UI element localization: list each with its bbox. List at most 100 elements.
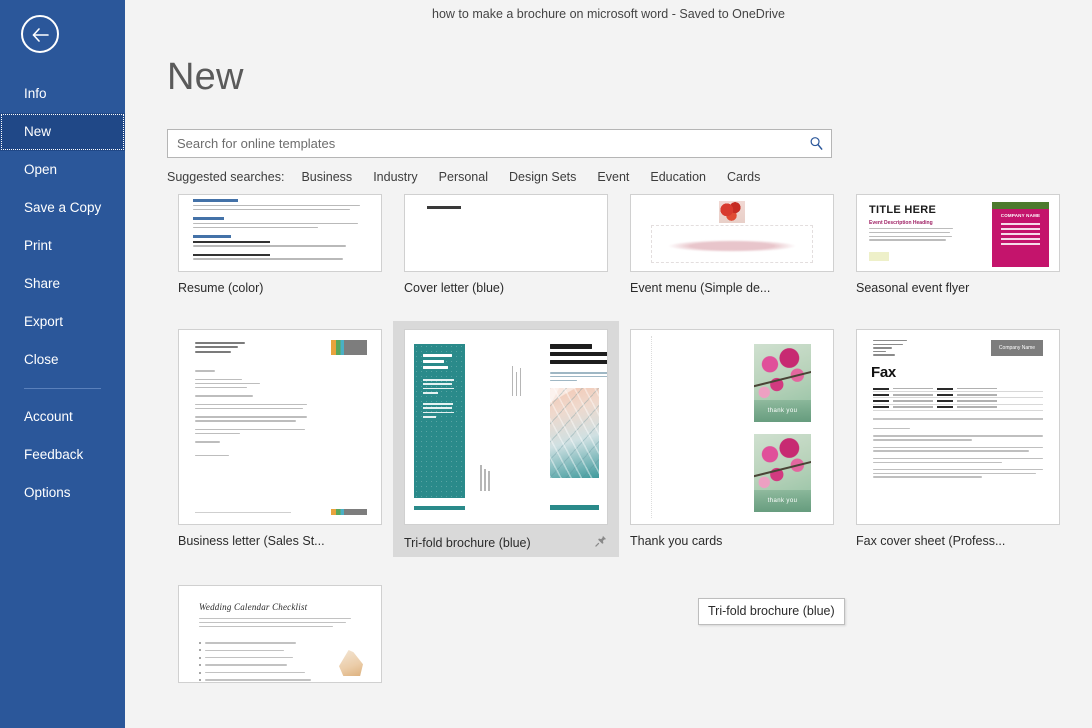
sidebar-item-label: Feedback — [24, 447, 83, 462]
sidebar-item-label: Print — [24, 238, 52, 253]
template-row: Wedding Calendar Checklist — [167, 577, 1092, 689]
template-row: Resume (color) Cover letter (blue) — [167, 194, 1092, 301]
search-input[interactable] — [168, 130, 801, 157]
template-thumbnail: Wedding Calendar Checklist — [178, 585, 382, 683]
backstage-nav-list: Info New Open Save a Copy Print Share Ex… — [0, 75, 125, 512]
template-tile-wedding-calendar-checklist[interactable]: Wedding Calendar Checklist — [167, 577, 393, 689]
suggested-link-design-sets[interactable]: Design Sets — [509, 170, 576, 184]
sidebar-item-share[interactable]: Share — [0, 265, 125, 303]
search-icon — [809, 136, 824, 151]
sidebar-item-close[interactable]: Close — [0, 341, 125, 379]
template-tile-label-wrap: Tri-fold brochure (blue) — [404, 534, 608, 551]
template-tile-label-wrap: Thank you cards — [630, 534, 834, 548]
search-row — [167, 129, 1092, 158]
template-tile-event-menu[interactable]: Event menu (Simple de... — [619, 194, 845, 301]
backstage-sidebar: Info New Open Save a Copy Print Share Ex… — [0, 0, 125, 728]
event-menu-image — [719, 201, 745, 223]
template-row: Business letter (Sales St... — [167, 321, 1092, 557]
sidebar-divider — [24, 388, 101, 389]
suggested-link-event[interactable]: Event — [597, 170, 629, 184]
suggested-link-business[interactable]: Business — [301, 170, 352, 184]
sidebar-item-label: Share — [24, 276, 60, 291]
backstage-main: how to make a brochure on microsoft word… — [125, 0, 1092, 728]
sidebar-item-label: Options — [24, 485, 71, 500]
thankyou-caption: thank you — [768, 408, 798, 414]
template-label: Tri-fold brochure (blue) — [404, 536, 531, 550]
template-label: Seasonal event flyer — [856, 281, 969, 295]
flyer-company-name: COMPANY NAME — [992, 213, 1049, 218]
template-tile-label-wrap: Cover letter (blue) — [404, 281, 608, 295]
brochure-vertical-text-1 — [512, 366, 530, 401]
sidebar-item-save-a-copy[interactable]: Save a Copy — [0, 189, 125, 227]
sidebar-item-print[interactable]: Print — [0, 227, 125, 265]
brochure-vertical-text-2 — [480, 465, 498, 496]
flyer-title: TITLE HERE — [869, 204, 936, 216]
template-tile-cover-letter-blue[interactable]: Cover letter (blue) — [393, 194, 619, 301]
template-thumbnail — [178, 329, 382, 525]
suggested-searches: Suggested searches: Business Industry Pe… — [167, 170, 1092, 184]
template-thumbnail: thank you thank you — [630, 329, 834, 525]
suggested-searches-label: Suggested searches: — [167, 170, 284, 184]
brochure-image — [550, 388, 599, 478]
template-tile-seasonal-event-flyer[interactable]: TITLE HERE Event Description Heading — [845, 194, 1071, 301]
wedding-title: Wedding Calendar Checklist — [199, 602, 307, 612]
sidebar-item-label: Account — [24, 409, 73, 424]
template-thumbnail — [178, 194, 382, 272]
sidebar-item-account[interactable]: Account — [0, 398, 125, 436]
template-tooltip: Tri-fold brochure (blue) — [698, 598, 845, 625]
word-backstage-new-screen: Info New Open Save a Copy Print Share Ex… — [0, 0, 1092, 728]
sidebar-item-label: Close — [24, 352, 59, 367]
sidebar-item-open[interactable]: Open — [0, 151, 125, 189]
template-tile-label-wrap: Business letter (Sales St... — [178, 534, 382, 548]
thankyou-caption: thank you — [768, 498, 798, 504]
template-tile-tri-fold-brochure-blue[interactable]: Tri-fold brochure (blue) — [393, 321, 619, 557]
fax-title: Fax — [871, 364, 896, 381]
template-thumbnail — [404, 194, 608, 272]
template-label: Thank you cards — [630, 534, 722, 548]
thankyou-card-top: thank you — [754, 344, 811, 422]
back-button[interactable] — [21, 15, 59, 53]
back-arrow-icon — [30, 25, 52, 45]
template-tile-fax-cover-sheet[interactable]: Company Name Fax — [845, 321, 1071, 557]
template-label: Cover letter (blue) — [404, 281, 504, 295]
thankyou-card-bottom: thank you — [754, 434, 811, 512]
suggested-link-education[interactable]: Education — [650, 170, 706, 184]
template-tile-thank-you-cards[interactable]: thank you thank you Thank you cards — [619, 321, 845, 557]
template-tile-label-wrap: Event menu (Simple de... — [630, 281, 834, 295]
sidebar-item-label: Save a Copy — [24, 200, 101, 215]
template-label: Business letter (Sales St... — [178, 534, 325, 548]
template-label: Fax cover sheet (Profess... — [856, 534, 1005, 548]
brochure-title — [550, 344, 608, 367]
template-tile-business-letter[interactable]: Business letter (Sales St... — [167, 321, 393, 557]
search-button[interactable] — [801, 130, 831, 157]
template-tile-label-wrap: Resume (color) — [178, 281, 382, 295]
sidebar-item-info[interactable]: Info — [0, 75, 125, 113]
pin-icon[interactable] — [594, 534, 608, 551]
template-tile-resume-color[interactable]: Resume (color) — [167, 194, 393, 301]
brochure-mission-panel — [414, 344, 465, 498]
sidebar-item-options[interactable]: Options — [0, 474, 125, 512]
fax-company-name: Company Name — [991, 340, 1043, 356]
suggested-link-personal[interactable]: Personal — [439, 170, 488, 184]
template-label: Resume (color) — [178, 281, 263, 295]
template-tile-label-wrap: Fax cover sheet (Profess... — [856, 534, 1060, 548]
template-tile-label-wrap: Seasonal event flyer — [856, 281, 1060, 295]
sidebar-item-label: Export — [24, 314, 63, 329]
suggested-link-cards[interactable]: Cards — [727, 170, 760, 184]
sidebar-item-label: New — [24, 124, 51, 139]
suggested-link-industry[interactable]: Industry — [373, 170, 417, 184]
sidebar-item-new[interactable]: New — [0, 113, 125, 151]
sidebar-item-export[interactable]: Export — [0, 303, 125, 341]
page-title: New — [167, 56, 1092, 99]
sidebar-item-label: Open — [24, 162, 57, 177]
template-label: Event menu (Simple de... — [630, 281, 770, 295]
search-box[interactable] — [167, 129, 832, 158]
template-thumbnail — [404, 329, 608, 525]
sidebar-item-label: Info — [24, 86, 47, 101]
sidebar-item-feedback[interactable]: Feedback — [0, 436, 125, 474]
template-gallery[interactable]: Resume (color) Cover letter (blue) — [167, 194, 1092, 728]
window-title: how to make a brochure on microsoft word… — [125, 0, 1092, 28]
template-thumbnail: TITLE HERE Event Description Heading — [856, 194, 1060, 272]
template-thumbnail — [630, 194, 834, 272]
template-thumbnail: Company Name Fax — [856, 329, 1060, 525]
